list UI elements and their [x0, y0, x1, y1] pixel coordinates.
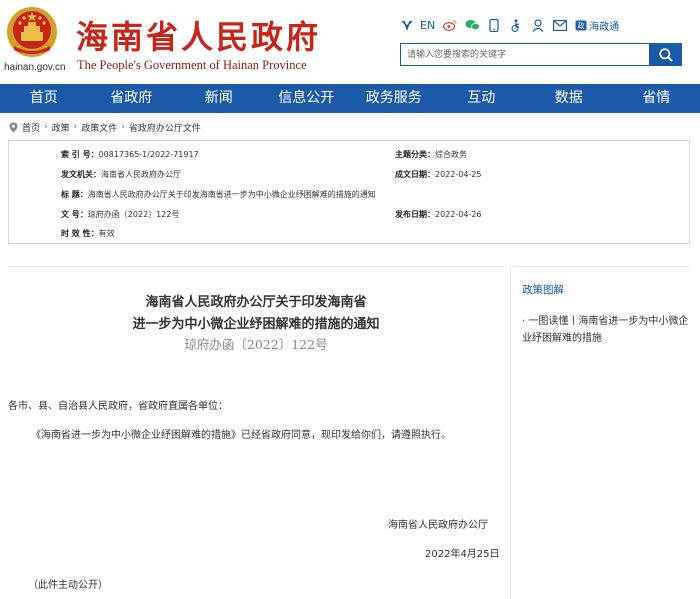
meta-issuer-value: 海南省人民政府办公厅 — [101, 170, 181, 179]
breadcrumb-separator: › — [73, 122, 78, 132]
nav-item-home[interactable]: 首页 — [0, 84, 88, 113]
meta-docnum-label: 文 号： — [61, 210, 88, 219]
column-divider — [510, 267, 511, 599]
elderly-mode-icon[interactable] — [507, 18, 525, 32]
meta-issuer-label: 发文机关： — [61, 170, 101, 179]
meta-title-row: 标 题：海南省人民政府办公厅关于印发海南省进一步为中小微企业纾困解难的措施的通知 — [61, 189, 376, 201]
meta-title-label: 标 题： — [61, 190, 88, 199]
article-body: 《海南省进一步为中小微企业纾困解难的措施》已经省政府同意，现印发给你们，请遵照执… — [31, 430, 451, 441]
breadcrumb-policy-documents[interactable]: 政策文件 — [81, 121, 117, 134]
nav-item-interaction[interactable]: 互动 — [438, 84, 526, 113]
article-title-line1: 海南省人民政府办公厅关于印发海南省 — [145, 295, 367, 310]
meta-created-row: 成文日期：2022-04-25 — [395, 169, 482, 181]
english-link[interactable]: EN — [420, 19, 435, 32]
article-title-line2: 进一步为中小微企业纾困解难的措施的通知 — [132, 317, 380, 332]
breadcrumb-separator: › — [44, 122, 48, 132]
mobile-icon[interactable] — [485, 18, 503, 32]
accessibility-icon[interactable] — [398, 18, 416, 32]
nav-item-news[interactable]: 新闻 — [175, 84, 263, 113]
article-date: 2022年4月25日 — [425, 549, 500, 560]
meta-title-value: 海南省人民政府办公厅关于印发海南省进一步为中小微企业纾困解难的措施的通知 — [87, 190, 376, 199]
meta-topic-label: 主题分类： — [395, 150, 435, 159]
nav-item-gov-services[interactable]: 政务服务 — [350, 84, 438, 113]
breadcrumb-separator: › — [121, 122, 125, 132]
article-signature: 海南省人民政府办公厅 — [388, 520, 488, 531]
meta-index-value: 00817365-1/2022-71917 — [98, 150, 199, 159]
hzw-link[interactable]: 政 海政通 — [575, 18, 619, 33]
sidebar-divider — [514, 266, 690, 267]
search-input[interactable] — [400, 43, 649, 66]
weibo-icon[interactable] — [441, 18, 459, 32]
user-icon[interactable] — [529, 18, 547, 32]
nav-item-provincial-government[interactable]: 省政府 — [88, 84, 176, 113]
content-divider — [8, 266, 506, 267]
document-meta-box: 索 引 号：00817365-1/2022-71917 主题分类：综合政务 发文… — [8, 140, 690, 244]
search-button[interactable] — [649, 43, 682, 66]
nav-item-province-info[interactable]: 省情 — [613, 84, 700, 113]
svg-text:政: 政 — [578, 21, 585, 30]
meta-published-value: 2022-04-26 — [435, 210, 482, 219]
main-nav: 首页 省政府 新闻 信息公开 政务服务 互动 数据 省情 — [0, 84, 700, 113]
location-pin-icon — [9, 122, 18, 132]
article-greeting: 各市、县、自治县人民政府，省政府直属各单位： — [8, 401, 228, 412]
meta-index-label: 索 引 号： — [61, 150, 99, 159]
nav-item-data[interactable]: 数据 — [525, 84, 613, 113]
hzw-label: 海政通 — [589, 21, 620, 33]
national-emblem-icon[interactable] — [6, 6, 58, 58]
site-title-en: The People's Government of Hainan Provin… — [77, 58, 307, 72]
meta-topic-value: 综合政务 — [435, 150, 467, 159]
site-header: hainan.gov.cn 海南省人民政府 The People's Gover… — [0, 0, 700, 84]
site-domain: hainan.gov.cn — [4, 62, 66, 73]
breadcrumb: 首页 › 政策 › 政策文件 › 省政府办公厅文件 — [8, 120, 201, 134]
nav-item-info-disclosure[interactable]: 信息公开 — [263, 84, 351, 113]
meta-created-label: 成文日期： — [395, 170, 435, 179]
meta-validity-value: 有效 — [98, 229, 115, 238]
wechat-icon[interactable] — [463, 18, 481, 32]
meta-docnum-row: 文 号：琼府办函〔2022〕122号 — [61, 209, 179, 221]
meta-topic-row: 主题分类：综合政务 — [395, 149, 467, 161]
breadcrumb-policy[interactable]: 政策 — [52, 121, 70, 134]
site-title-cn[interactable]: 海南省人民政府 — [76, 12, 321, 58]
breadcrumb-office-documents[interactable]: 省政府办公厅文件 — [129, 121, 201, 134]
meta-index-row: 索 引 号：00817365-1/2022-71917 — [61, 149, 199, 161]
meta-published-row: 发布日期：2022-04-26 — [395, 209, 482, 221]
sidebar-link-infographic[interactable]: · 一图读懂丨海南省进一步为中小微企业纾困解难的措施 — [522, 313, 692, 347]
meta-issuer-row: 发文机关：海南省人民政府办公厅 — [61, 169, 181, 181]
top-toolbar: EN 政 海政通 — [398, 17, 619, 33]
sidebar-title[interactable]: 政策图解 — [522, 282, 564, 297]
article-doc-number: 琼府办函〔2022〕122号 — [184, 337, 328, 352]
search-icon — [658, 47, 673, 62]
breadcrumb-home[interactable]: 首页 — [22, 121, 40, 134]
meta-docnum-value: 琼府办函〔2022〕122号 — [87, 210, 180, 219]
hzw-icon: 政 — [575, 20, 587, 30]
meta-validity-row: 时 效 性：有效 — [61, 228, 115, 240]
meta-created-value: 2022-04-25 — [435, 170, 482, 179]
meta-validity-label: 时 效 性： — [61, 229, 99, 238]
meta-published-label: 发布日期： — [395, 210, 435, 219]
mail-icon[interactable] — [551, 18, 569, 32]
article-note: （此件主动公开） — [28, 580, 108, 591]
